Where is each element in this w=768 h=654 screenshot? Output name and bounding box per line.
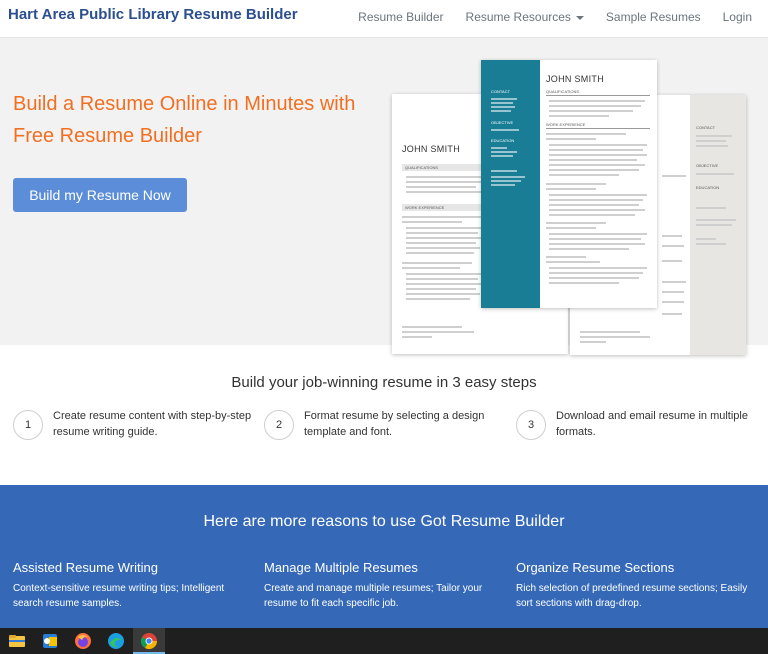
- resume-section-header: WORK EXPERIENCE: [546, 122, 586, 127]
- step-text: Format resume by selecting a design temp…: [304, 410, 485, 438]
- reason-title: Assisted Resume Writing: [13, 560, 158, 575]
- hero-title: Build a Resume Online in Minutes with Fr…: [13, 93, 356, 147]
- reason-title: Organize Resume Sections: [516, 560, 675, 575]
- reason-assisted-writing: Assisted Resume Writing Context-sensitiv…: [13, 560, 253, 611]
- resume-section-header: QUALIFICATIONS: [402, 164, 492, 171]
- resume-sidebar: CONTACT OBJECTIVE EDUCATION: [481, 60, 540, 308]
- chrome-icon[interactable]: [140, 632, 158, 650]
- nav-login[interactable]: Login: [723, 10, 752, 24]
- chevron-down-icon: [575, 15, 584, 20]
- resume-section-header: WORK EXPERIENCE: [402, 204, 492, 211]
- reason-text: Context-sensitive resume writing tips; I…: [13, 583, 225, 609]
- firefox-icon[interactable]: [74, 632, 92, 650]
- resume-preview-front: CONTACT OBJECTIVE EDUCATION JOHN SMITH Q…: [481, 60, 657, 308]
- reasons-title: Here are more reasons to use Got Resume …: [203, 513, 565, 530]
- navbar: Hart Area Public Library Resume Builder …: [0, 0, 768, 38]
- step-text: Create resume content with step-by-step …: [53, 410, 252, 438]
- reason-text: Create and manage multiple resumes; Tail…: [264, 583, 483, 609]
- nav-resume-resources[interactable]: Resume Resources: [466, 10, 584, 24]
- resume-section-header: OBJECTIVE: [696, 163, 719, 168]
- resume-section-header: CONTACT: [491, 89, 511, 94]
- reason-organize-sections: Organize Resume Sections Rich selection …: [516, 560, 756, 611]
- resume-section-header: CONTACT: [696, 125, 716, 130]
- resume-name: JOHN SMITH: [546, 74, 604, 84]
- step-number: 2: [264, 410, 294, 440]
- reason-text: Rich selection of predefined resume sect…: [516, 583, 748, 609]
- nav-resume-resources-label: Resume Resources: [465, 10, 571, 24]
- step-number: 3: [516, 410, 546, 440]
- resume-section-header: QUALIFICATIONS: [546, 89, 580, 94]
- reason-title: Manage Multiple Resumes: [264, 560, 418, 575]
- resume-sidebar: CONTACT OBJECTIVE EDUCATION: [690, 95, 746, 355]
- nav-sample-resumes[interactable]: Sample Resumes: [606, 10, 701, 24]
- brand-title[interactable]: Hart Area Public Library Resume Builder: [8, 6, 298, 23]
- outlook-icon[interactable]: [41, 632, 59, 650]
- edge-icon[interactable]: [107, 632, 125, 650]
- step-3: 3 Download and email resume in multiple …: [516, 408, 756, 448]
- taskbar: [0, 628, 768, 654]
- step-number: 1: [13, 410, 43, 440]
- reason-multiple-resumes: Manage Multiple Resumes Create and manag…: [264, 560, 504, 611]
- file-explorer-icon[interactable]: [8, 632, 26, 650]
- hero-section: Build a Resume Online in Minutes with Fr…: [0, 38, 768, 355]
- resume-section-header: OBJECTIVE: [491, 120, 514, 125]
- steps-title: Build your job-winning resume in 3 easy …: [231, 374, 537, 391]
- step-2: 2 Format resume by selecting a design te…: [264, 408, 504, 448]
- step-1: 1 Create resume content with step-by-ste…: [13, 408, 253, 448]
- resume-section-header: EDUCATION: [696, 185, 720, 190]
- nav-links: Resume Builder Resume Resources Sample R…: [336, 10, 752, 24]
- step-text: Download and email resume in multiple fo…: [556, 410, 748, 438]
- nav-resume-builder[interactable]: Resume Builder: [358, 10, 443, 24]
- resume-section-header: EDUCATION: [491, 138, 515, 143]
- reasons-section: Here are more reasons to use Got Resume …: [0, 485, 768, 628]
- build-resume-button[interactable]: Build my Resume Now: [13, 178, 187, 212]
- resume-name: JOHN SMITH: [402, 144, 460, 154]
